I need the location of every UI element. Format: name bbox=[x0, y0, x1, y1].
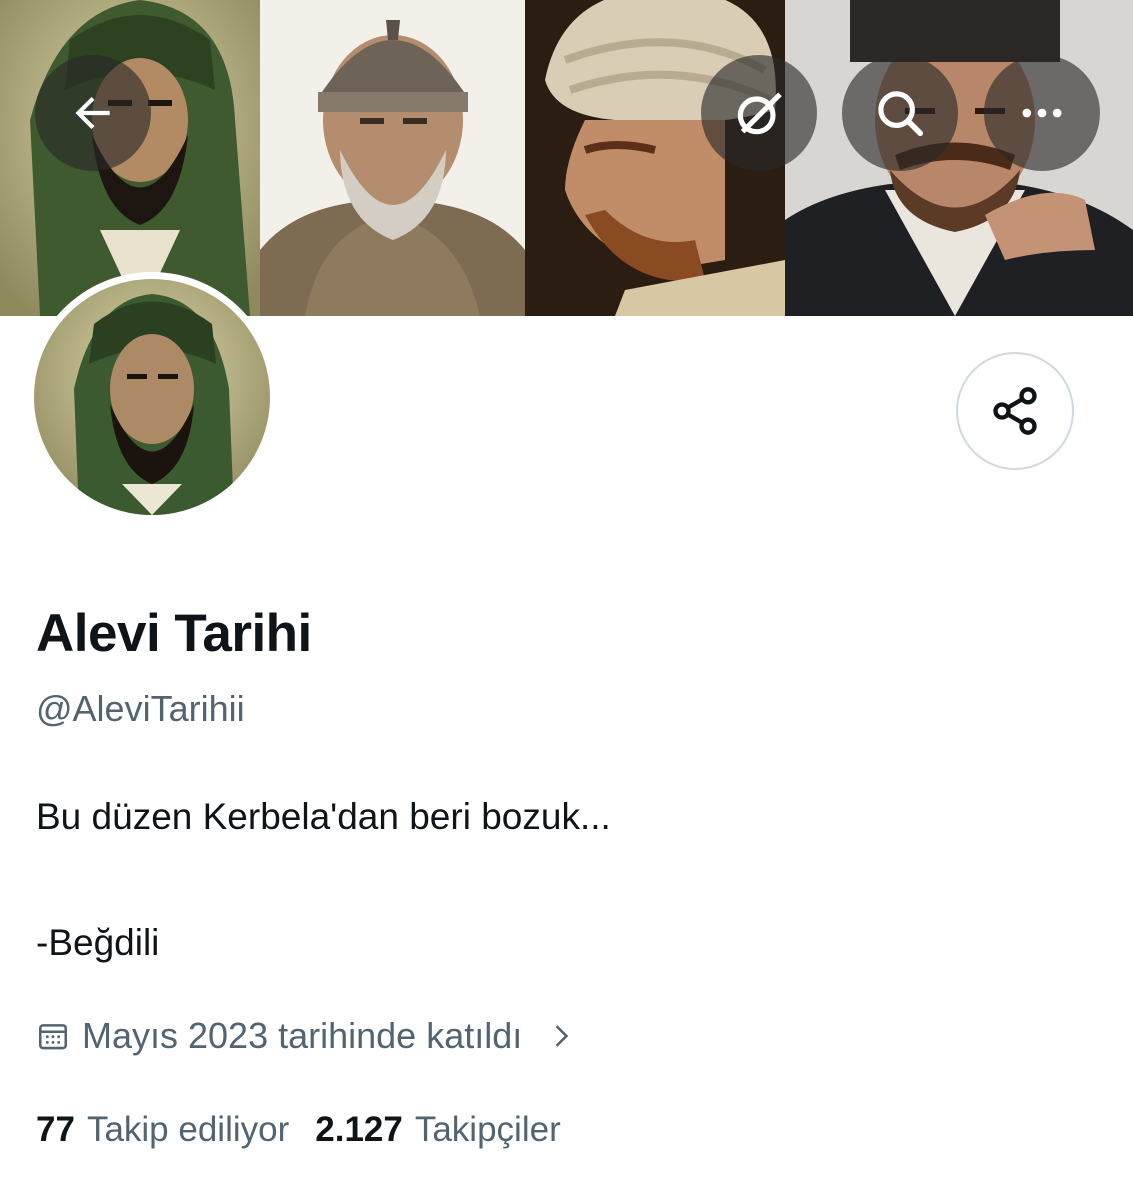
following-link[interactable]: 77 Takip ediliyor bbox=[36, 1110, 289, 1150]
more-icon bbox=[1022, 108, 1062, 118]
avatar-image bbox=[34, 279, 270, 515]
banner-portrait-1 bbox=[0, 0, 260, 316]
search-button[interactable] bbox=[842, 55, 958, 171]
joined-date-text: Mayıs 2023 tarihinde katıldı bbox=[82, 1015, 523, 1056]
chevron-right-icon bbox=[548, 1021, 574, 1051]
profile-bio-line-2: -Beğdili bbox=[36, 922, 160, 963]
back-button[interactable] bbox=[35, 55, 151, 171]
arrow-left-icon bbox=[75, 96, 110, 130]
share-button[interactable] bbox=[956, 352, 1074, 470]
profile-handle: @AleviTarihii bbox=[36, 688, 245, 729]
profile-avatar[interactable] bbox=[27, 272, 277, 522]
header-banner[interactable] bbox=[0, 0, 1133, 316]
grok-icon bbox=[737, 92, 782, 135]
joined-date-link[interactable]: Mayıs 2023 tarihinde katıldı bbox=[36, 1013, 574, 1059]
followers-count: 2.127 bbox=[315, 1110, 403, 1149]
following-label: Takip ediliyor bbox=[86, 1110, 290, 1149]
more-button[interactable] bbox=[984, 55, 1100, 171]
following-count: 77 bbox=[36, 1110, 75, 1149]
banner-portrait-4 bbox=[785, 0, 1133, 316]
followers-link[interactable]: 2.127 Takipçiler bbox=[315, 1110, 560, 1150]
banner-portrait-2 bbox=[260, 0, 525, 316]
profile-stats: 77 Takip ediliyor 2.127 Takipçiler bbox=[36, 1110, 561, 1150]
profile-bio-line-1: Bu düzen Kerbela'dan beri bozuk... bbox=[36, 796, 611, 837]
search-icon bbox=[878, 91, 924, 137]
grok-button[interactable] bbox=[701, 55, 817, 171]
calendar-icon bbox=[36, 1019, 70, 1053]
followers-label: Takipçiler bbox=[414, 1110, 561, 1149]
profile-name: Alevi Tarihi bbox=[36, 604, 312, 663]
share-icon bbox=[993, 387, 1037, 435]
